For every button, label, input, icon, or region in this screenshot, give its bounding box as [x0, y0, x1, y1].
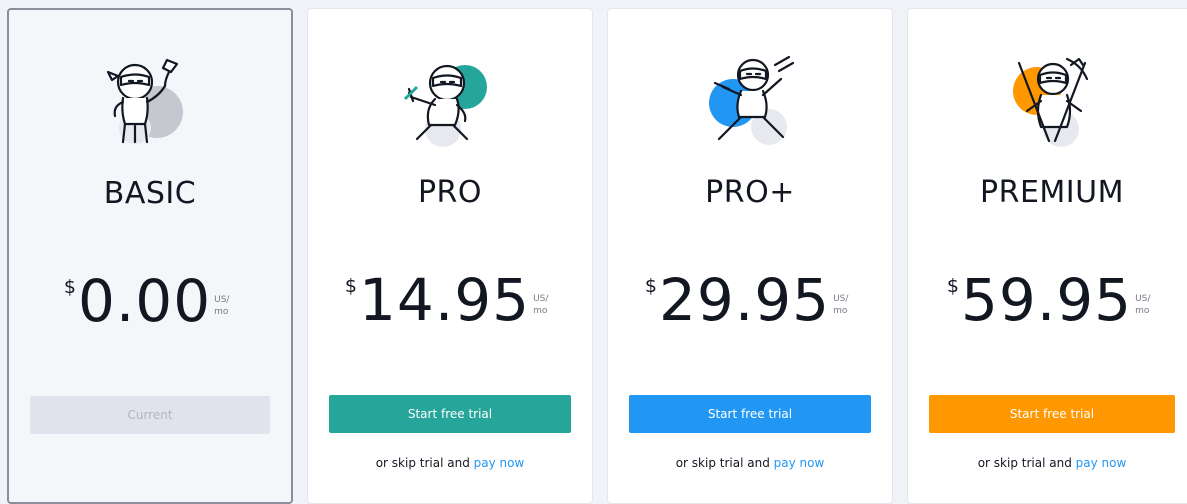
price-unit-currency: US/	[1135, 294, 1151, 304]
skip-trial-label: or skip trial and	[375, 456, 470, 470]
current-plan-button: Current	[30, 396, 270, 434]
plan-name: PRO+	[705, 175, 795, 210]
ninja-swords-icon	[1013, 57, 1089, 147]
currency-symbol: $	[63, 276, 76, 298]
pricing-plans: BASIC $ 0.00 US/ mo Current PRO $ 14.95 …	[7, 8, 1187, 504]
plan-card-premium: PREMIUM $ 59.95 US/ mo Start free trial …	[907, 8, 1187, 504]
plan-price: $ 0.00 US/ mo	[9, 268, 291, 334]
pay-now-link[interactable]: pay now	[1076, 456, 1127, 470]
ninja-kite-icon	[106, 58, 183, 144]
plan-name: PRO	[417, 175, 483, 210]
skip-trial-label: or skip trial and	[977, 456, 1072, 470]
price-unit-currency: US/	[833, 294, 849, 304]
start-free-trial-button-pro[interactable]: Start free trial	[329, 395, 571, 433]
pay-now-link[interactable]: pay now	[774, 456, 825, 470]
price-unit-currency: US/	[533, 294, 549, 304]
price-unit-period: mo	[214, 307, 229, 317]
skip-trial-label: or skip trial and	[675, 456, 770, 470]
price-unit-period: mo	[833, 306, 848, 316]
plan-price: $ 29.95 US/ mo	[608, 267, 892, 333]
currency-symbol: $	[344, 275, 358, 297]
price-unit: US/ mo	[533, 293, 555, 317]
start-free-trial-button-pro-plus[interactable]: Start free trial	[629, 395, 871, 433]
price-unit: US/ mo	[1135, 293, 1157, 317]
plan-card-pro-plus: PRO+ $ 29.95 US/ mo Start free trial or …	[607, 8, 893, 504]
skip-trial-text: or skip trial and pay now	[608, 456, 892, 470]
currency-symbol: $	[644, 275, 658, 297]
plan-price: $ 59.95 US/ mo	[908, 267, 1187, 333]
pay-now-link[interactable]: pay now	[474, 456, 525, 470]
price-unit-currency: US/	[214, 295, 230, 305]
price-unit-period: mo	[533, 306, 548, 316]
price-amount: 0.00	[77, 267, 212, 335]
ninja-stance-icon	[709, 55, 795, 145]
price-amount: 14.95	[359, 266, 531, 334]
plan-name: PREMIUM	[980, 175, 1124, 210]
ninja-pointing-icon	[403, 64, 487, 147]
plan-price: $ 14.95 US/ mo	[308, 267, 592, 333]
skip-trial-text: or skip trial and pay now	[908, 456, 1187, 470]
price-unit: US/ mo	[214, 294, 236, 318]
skip-trial-text: or skip trial and pay now	[308, 456, 592, 470]
start-free-trial-button-premium[interactable]: Start free trial	[929, 395, 1175, 433]
price-unit: US/ mo	[833, 293, 855, 317]
plan-name: BASIC	[103, 176, 197, 211]
plan-card-basic: BASIC $ 0.00 US/ mo Current	[7, 8, 293, 504]
price-unit-period: mo	[1135, 306, 1150, 316]
price-amount: 29.95	[659, 266, 831, 334]
plan-card-pro: PRO $ 14.95 US/ mo Start free trial or s…	[307, 8, 593, 504]
price-amount: 59.95	[961, 266, 1133, 334]
currency-symbol: $	[946, 275, 960, 297]
